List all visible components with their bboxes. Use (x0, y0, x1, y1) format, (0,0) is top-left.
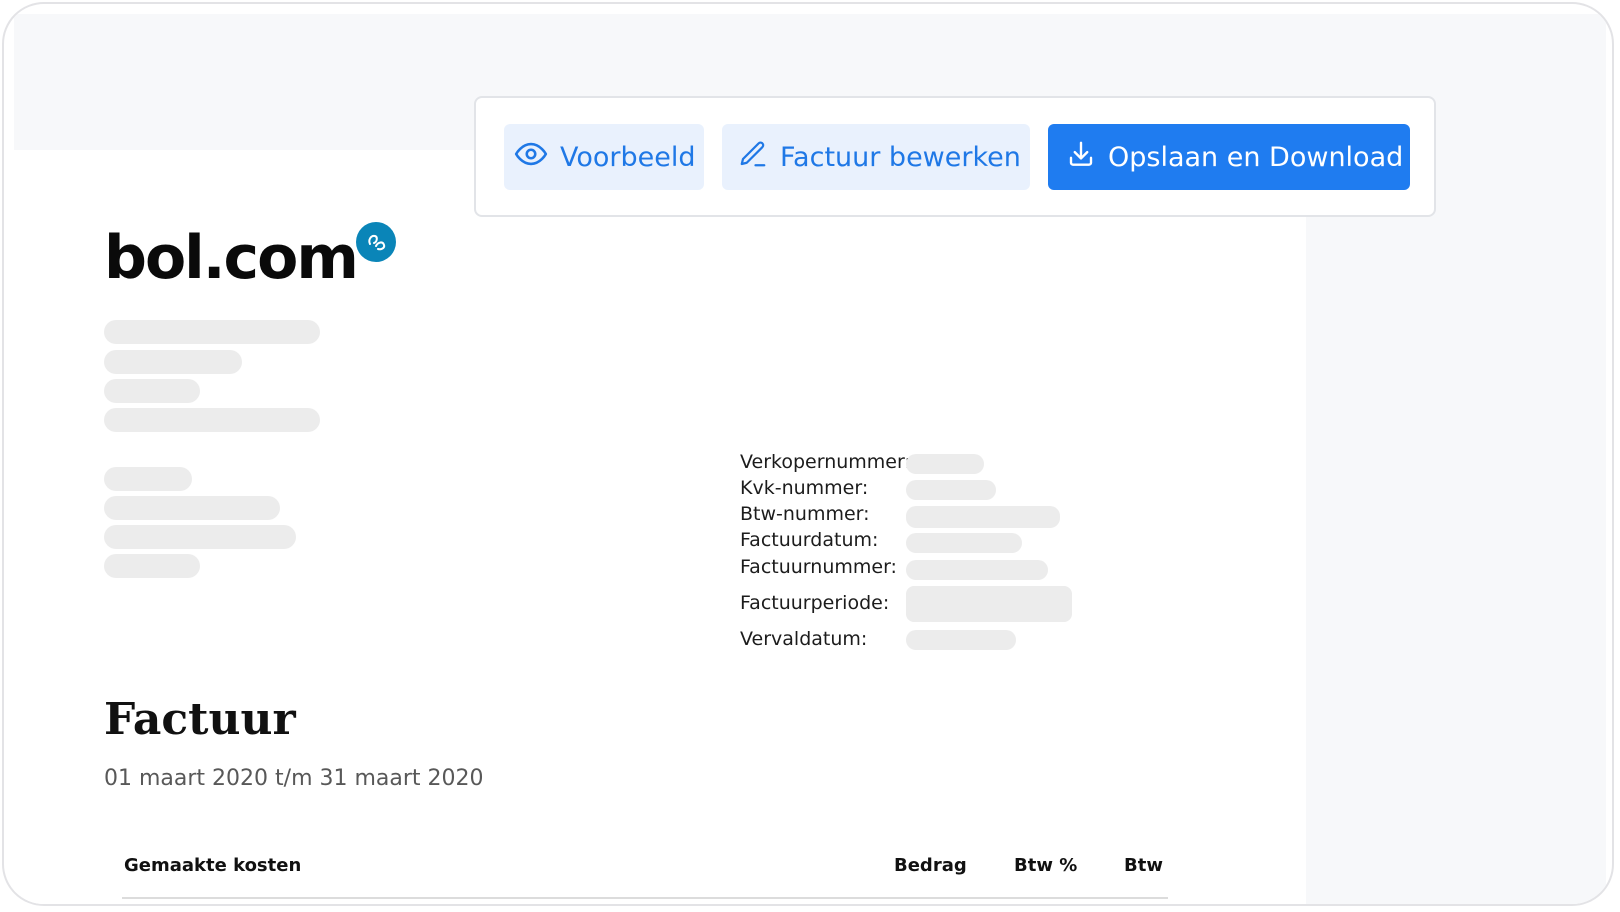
detail-label-factuurperiode: Factuurperiode: (740, 592, 890, 614)
detail-value-placeholder (906, 586, 1072, 622)
pencil-icon (738, 139, 768, 176)
address-placeholder (104, 379, 200, 403)
edit-invoice-button-label: Factuur bewerken (780, 141, 1021, 173)
detail-label-verkopernummer: Verkopernummer: (740, 451, 911, 473)
address-placeholder (104, 320, 320, 344)
address-placeholder (104, 350, 242, 374)
address-placeholder (104, 408, 320, 432)
save-download-button[interactable]: Opslaan en Download (1048, 124, 1410, 190)
table-header-divider (122, 897, 1168, 899)
column-header-amount: Bedrag (894, 855, 967, 876)
detail-label-btw-nummer: Btw-nummer: (740, 503, 870, 525)
logo-badge-icon (356, 222, 396, 262)
address-placeholder (104, 525, 296, 549)
detail-value-placeholder (906, 533, 1022, 553)
detail-value-placeholder (906, 506, 1060, 528)
detail-value-placeholder (906, 560, 1048, 580)
download-icon (1066, 139, 1096, 176)
edit-invoice-button[interactable]: Factuur bewerken (722, 124, 1030, 190)
detail-label-kvk-nummer: Kvk-nummer: (740, 477, 869, 499)
address-placeholder (104, 496, 280, 520)
column-header-vat: Btw (1124, 855, 1163, 876)
right-background (1306, 150, 1606, 904)
save-download-button-label: Opslaan en Download (1108, 141, 1404, 173)
invoice-toolbar: Voorbeeld Factuur bewerken Opslaan en Do… (474, 96, 1436, 217)
preview-button-label: Voorbeeld (560, 141, 696, 173)
address-placeholder (104, 554, 200, 578)
address-placeholder (104, 467, 192, 491)
invoice-title: Factuur (104, 694, 296, 745)
logo-text: bol.com (104, 223, 359, 293)
detail-label-vervaldatum: Vervaldatum: (740, 628, 868, 650)
column-header-costs: Gemaakte kosten (124, 855, 302, 876)
preview-button[interactable]: Voorbeeld (504, 124, 704, 190)
eye-icon (514, 137, 548, 178)
detail-value-placeholder (906, 630, 1016, 650)
invoice-period: 01 maart 2020 t/m 31 maart 2020 (104, 766, 484, 791)
detail-value-placeholder (906, 480, 996, 500)
detail-label-factuurnummer: Factuurnummer: (740, 556, 897, 578)
column-header-vat-percent: Btw % (1014, 855, 1078, 876)
detail-value-placeholder (906, 454, 984, 474)
detail-label-factuurdatum: Factuurdatum: (740, 529, 879, 551)
